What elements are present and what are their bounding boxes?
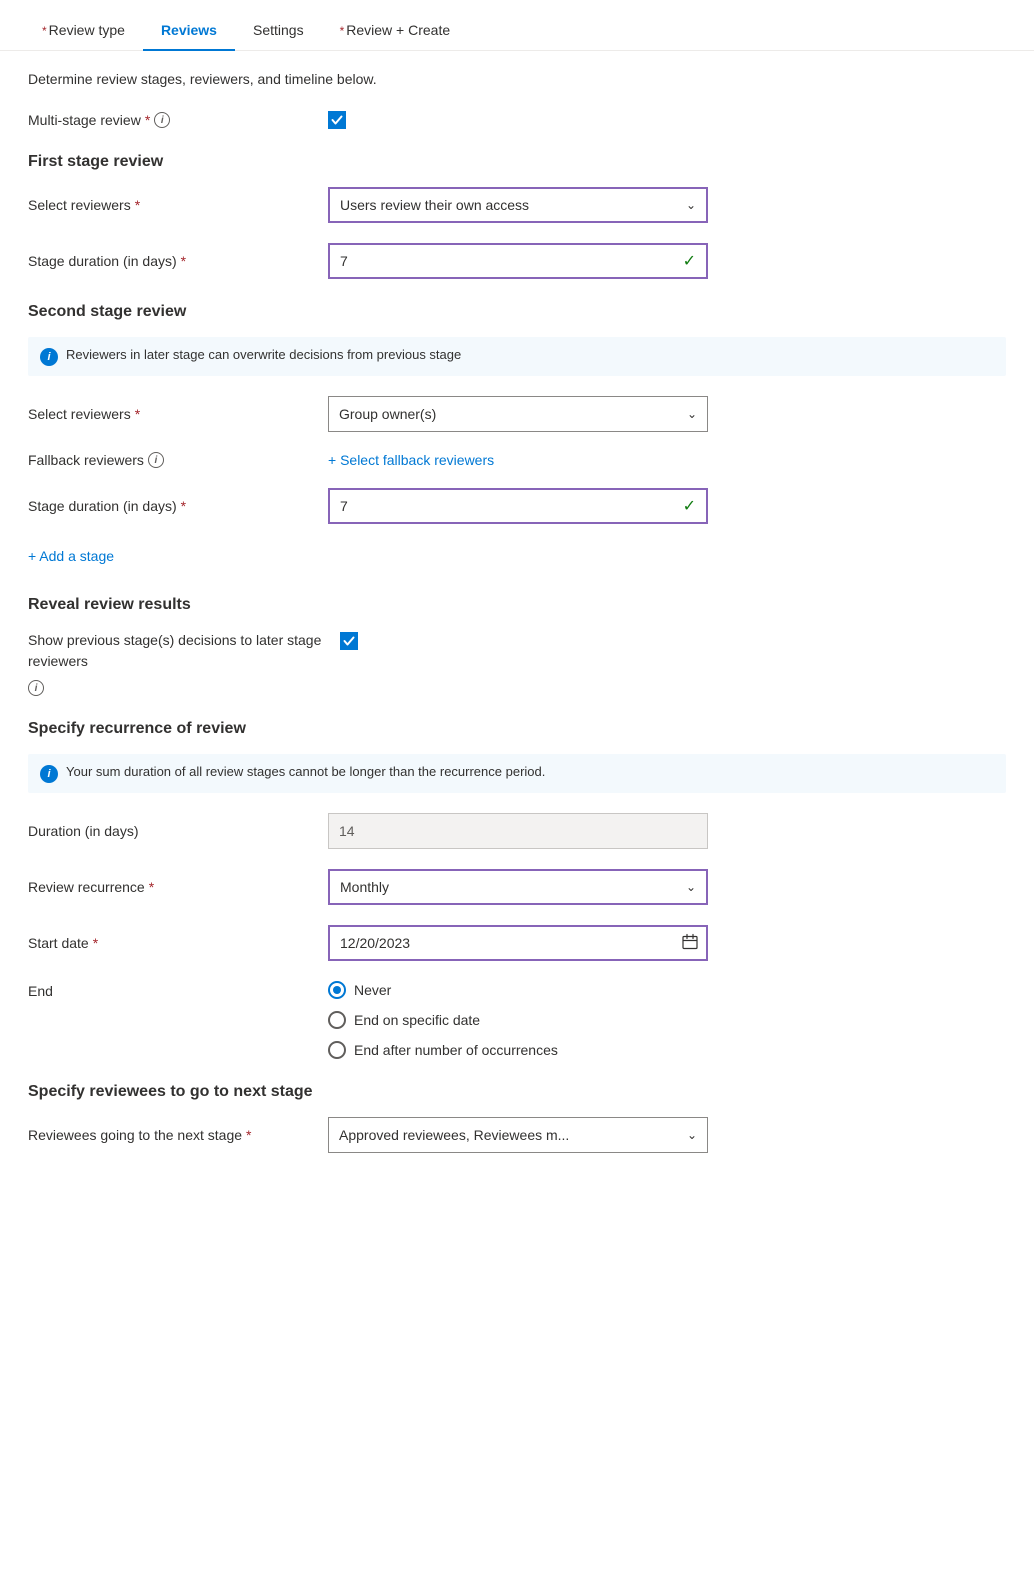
next-stage-control: Approved reviewees, Reviewees m... ⌄ [328, 1117, 708, 1153]
nav-tabs: *Review type Reviews Settings *Review + … [0, 0, 1034, 51]
fallback-reviewers-row: Fallback reviewers i + Select fallback r… [28, 452, 1006, 468]
end-occurrences-option[interactable]: End after number of occurrences [328, 1041, 708, 1059]
fallback-reviewers-label: Fallback reviewers i [28, 452, 328, 468]
first-stage-duration-label: Stage duration (in days) * [28, 253, 328, 269]
duration-row: Duration (in days) 14 [28, 813, 1006, 849]
chevron-down-icon: ⌄ [686, 198, 696, 212]
second-stage-reviewers-row: Select reviewers * Group owner(s) ⌄ [28, 396, 1006, 432]
required-star: * [340, 24, 345, 38]
fallback-info-icon[interactable]: i [148, 452, 164, 468]
reveal-checkbox-wrapper[interactable] [340, 630, 358, 650]
reveal-info-icon[interactable]: i [28, 680, 44, 696]
second-stage-reviewers-dropdown[interactable]: Group owner(s) ⌄ [328, 396, 708, 432]
end-occurrences-radio[interactable] [328, 1041, 346, 1059]
first-stage-reviewers-dropdown[interactable]: Users review their own access ⌄ [328, 187, 708, 223]
chevron-down-icon: ⌄ [686, 880, 696, 894]
tab-review-create[interactable]: *Review + Create [322, 12, 469, 50]
next-stage-heading: Specify reviewees to go to next stage [28, 1083, 1006, 1101]
second-stage-heading: Second stage review [28, 303, 1006, 321]
review-recurrence-label: Review recurrence * [28, 879, 328, 895]
second-stage-duration-label: Stage duration (in days) * [28, 498, 328, 514]
reveal-checkbox[interactable] [340, 632, 358, 650]
multi-stage-checkbox[interactable] [328, 111, 346, 129]
second-stage-info-banner: i Reviewers in later stage can overwrite… [28, 337, 1006, 376]
info-circle-icon: i [40, 348, 58, 366]
end-label: End [28, 981, 328, 999]
checkmark-icon: ✓ [683, 496, 696, 516]
multi-stage-checkbox-wrapper[interactable] [328, 111, 346, 129]
main-content: Determine review stages, reviewers, and … [0, 51, 1034, 1213]
reveal-checkbox-label: Show previous stage(s) decisions to late… [28, 630, 328, 696]
start-date-wrapper: 12/20/2023 [328, 925, 708, 961]
next-stage-label: Reviewees going to the next stage * [28, 1127, 328, 1143]
multi-stage-label: Multi-stage review * i [28, 112, 328, 128]
first-stage-reviewers-label: Select reviewers * [28, 197, 328, 213]
duration-label: Duration (in days) [28, 823, 328, 839]
chevron-down-icon: ⌄ [687, 1128, 697, 1142]
add-stage-button[interactable]: + Add a stage [28, 548, 114, 564]
first-stage-duration-row: Stage duration (in days) * 7 ✓ [28, 243, 1006, 279]
end-radio-group: Never End on specific date End after num… [328, 981, 708, 1059]
recurrence-heading: Specify recurrence of review [28, 720, 1006, 738]
first-stage-duration-control: 7 ✓ [328, 243, 708, 279]
second-stage-duration-control: 7 ✓ [328, 488, 708, 524]
tab-reviews[interactable]: Reviews [143, 12, 235, 50]
recurrence-info-banner: i Your sum duration of all review stages… [28, 754, 1006, 793]
review-recurrence-control: Monthly ⌄ [328, 869, 708, 905]
start-date-row: Start date * 12/20/2023 [28, 925, 1006, 961]
second-stage-reviewers-label: Select reviewers * [28, 406, 328, 422]
end-specific-date-radio[interactable] [328, 1011, 346, 1029]
select-fallback-reviewers-button[interactable]: + Select fallback reviewers [328, 452, 494, 468]
review-recurrence-row: Review recurrence * Monthly ⌄ [28, 869, 1006, 905]
second-stage-duration-input[interactable]: 7 ✓ [328, 488, 708, 524]
fallback-reviewers-control: + Select fallback reviewers [328, 452, 708, 468]
end-never-option[interactable]: Never [328, 981, 708, 999]
end-row: End Never End on specific date [28, 981, 1006, 1059]
tab-settings[interactable]: Settings [235, 12, 322, 50]
next-stage-row: Reviewees going to the next stage * Appr… [28, 1117, 1006, 1153]
end-never-radio[interactable] [328, 981, 346, 999]
first-stage-duration-input[interactable]: 7 ✓ [328, 243, 708, 279]
first-stage-heading: First stage review [28, 153, 1006, 171]
duration-control: 14 [328, 813, 708, 849]
reveal-checkbox-row: Show previous stage(s) decisions to late… [28, 630, 1006, 696]
reveal-heading: Reveal review results [28, 596, 1006, 614]
chevron-down-icon: ⌄ [687, 407, 697, 421]
multi-stage-row: Multi-stage review * i [28, 111, 1006, 129]
page-subtitle: Determine review stages, reviewers, and … [28, 71, 1006, 87]
end-control: Never End on specific date End after num… [328, 981, 708, 1059]
multi-stage-info-icon[interactable]: i [154, 112, 170, 128]
start-date-control: 12/20/2023 [328, 925, 708, 961]
second-stage-duration-row: Stage duration (in days) * 7 ✓ [28, 488, 1006, 524]
end-specific-date-option[interactable]: End on specific date [328, 1011, 708, 1029]
first-stage-reviewers-control: Users review their own access ⌄ [328, 187, 708, 223]
tab-review-type[interactable]: *Review type [24, 12, 143, 50]
start-date-label: Start date * [28, 935, 328, 951]
duration-input[interactable]: 14 [328, 813, 708, 849]
first-stage-reviewers-row: Select reviewers * Users review their ow… [28, 187, 1006, 223]
required-star: * [42, 24, 47, 38]
info-circle-icon: i [40, 765, 58, 783]
checkmark-icon: ✓ [683, 251, 696, 271]
start-date-input[interactable]: 12/20/2023 [328, 925, 708, 961]
next-stage-dropdown[interactable]: Approved reviewees, Reviewees m... ⌄ [328, 1117, 708, 1153]
second-stage-reviewers-control: Group owner(s) ⌄ [328, 396, 708, 432]
review-recurrence-dropdown[interactable]: Monthly ⌄ [328, 869, 708, 905]
calendar-icon [682, 934, 698, 953]
